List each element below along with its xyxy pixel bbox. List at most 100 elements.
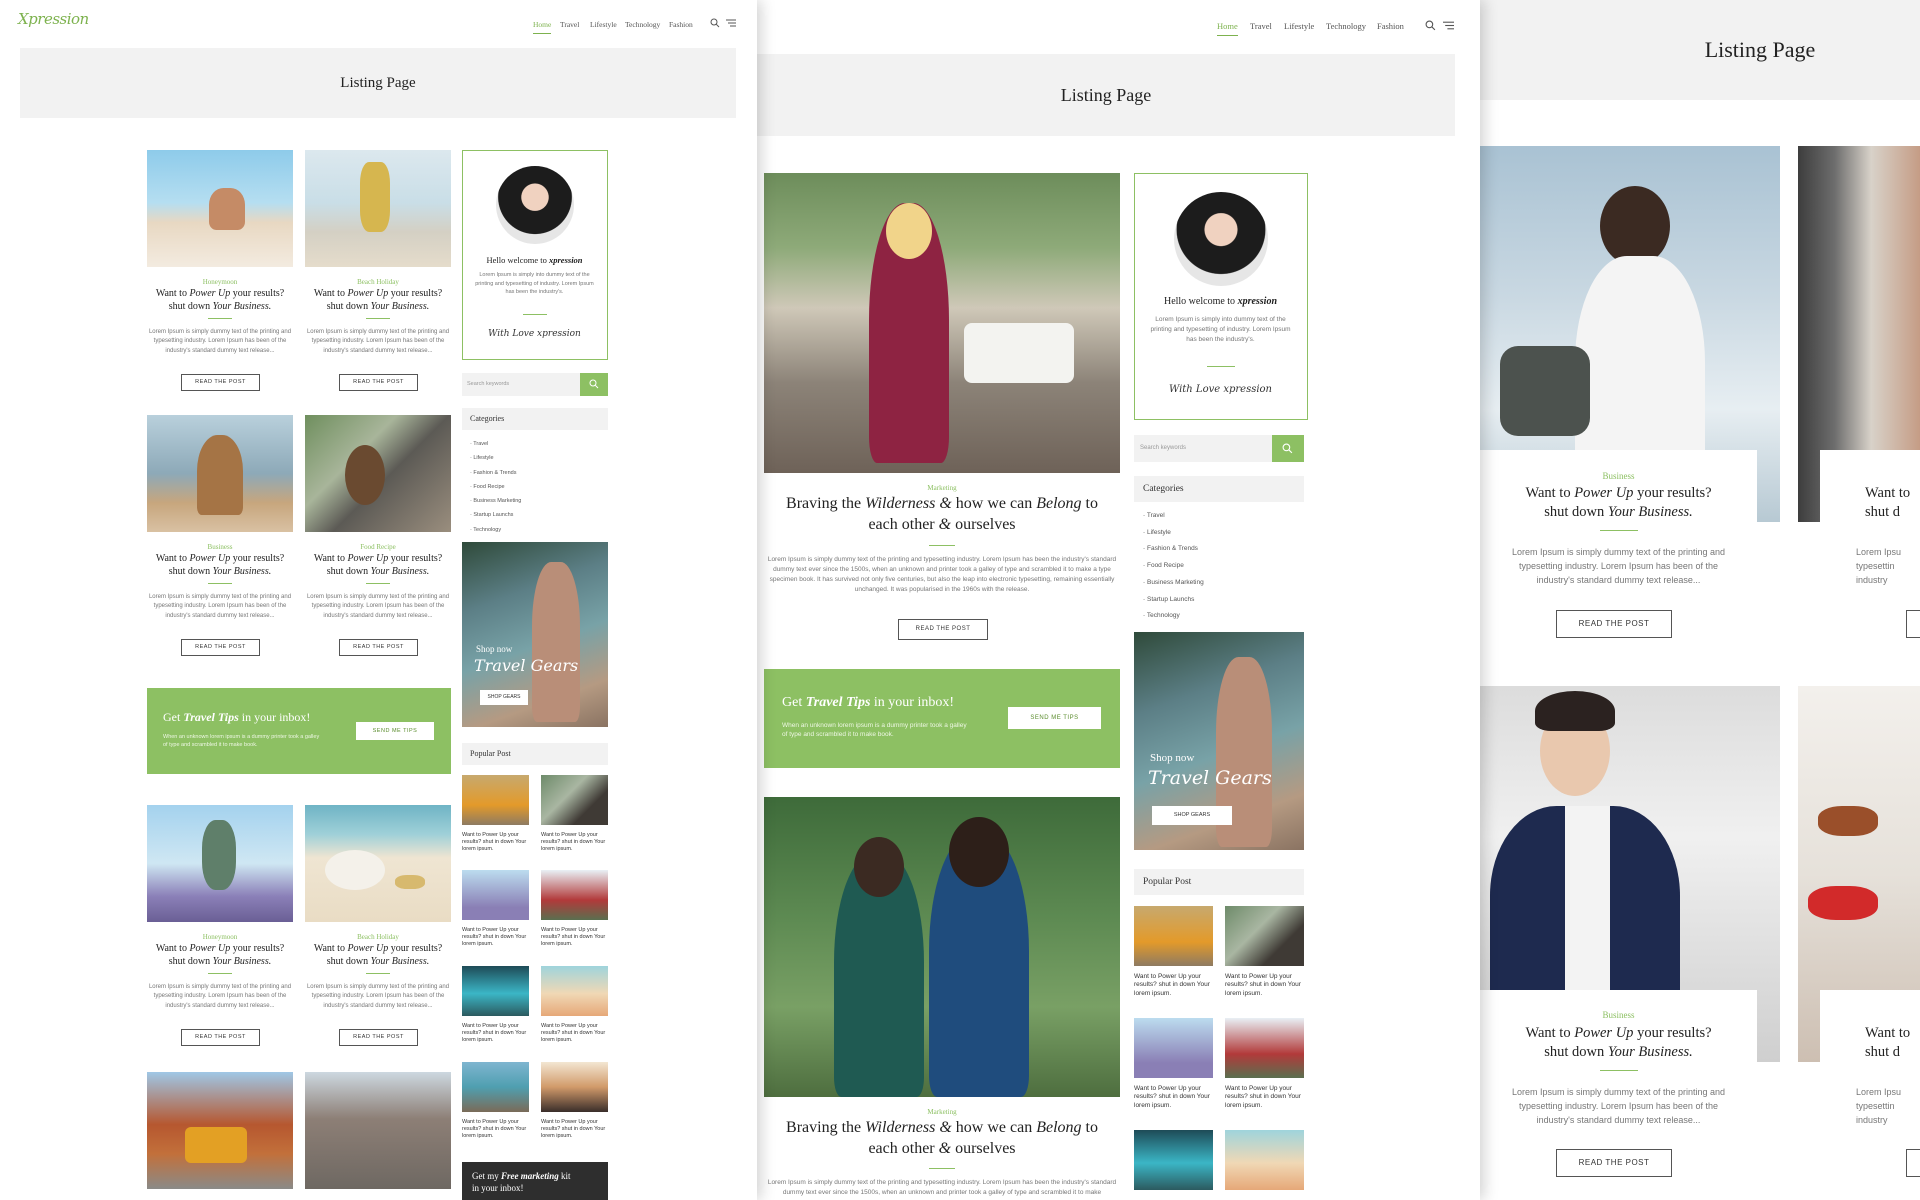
search-icon[interactable]: [1425, 20, 1436, 31]
post-title[interactable]: Want to Power Up your results? shut down …: [1480, 1024, 1757, 1062]
read-post-button[interactable]: READ THE POST: [181, 374, 260, 391]
featured-post-title[interactable]: Braving the Wilderness & how we can Belo…: [764, 494, 1120, 536]
popular-item[interactable]: Want to Power Up your results? shut in d…: [1225, 1018, 1304, 1126]
popular-item[interactable]: Want to Power Up your results? shut in d…: [541, 966, 608, 1056]
category-item[interactable]: Business Marketing: [470, 494, 521, 508]
category-item[interactable]: Technology: [470, 523, 521, 537]
nav-lifestyle[interactable]: Lifestyle: [1284, 21, 1314, 31]
read-post-button[interactable]: [1906, 610, 1920, 638]
read-post-button[interactable]: READ THE POST: [1556, 1149, 1672, 1177]
popular-item[interactable]: Want to Power Up your results? shut in d…: [462, 775, 529, 865]
featured-post-image[interactable]: [764, 797, 1120, 1097]
popular-item[interactable]: [1134, 1130, 1213, 1190]
post-title[interactable]: Want to Power Up your results? shut down …: [147, 552, 293, 578]
read-post-button[interactable]: READ THE POST: [898, 619, 988, 640]
send-tips-button[interactable]: SEND ME TIPS: [1008, 707, 1101, 729]
popular-item[interactable]: Want to Power Up your results? shut in d…: [1134, 906, 1213, 1014]
panel-desktop-medium: Home Travel Lifestyle Technology Fashion…: [757, 0, 1480, 1200]
popular-item[interactable]: Want to Power Up your results? shut in d…: [541, 775, 608, 865]
popular-title: Popular Post: [462, 743, 608, 765]
post-image[interactable]: [147, 415, 293, 532]
popular-item[interactable]: Want to Power Up your results? shut in d…: [1134, 1018, 1213, 1126]
category-item[interactable]: Startup Launchs: [470, 508, 521, 522]
popular-item[interactable]: [1225, 1130, 1304, 1190]
read-post-button[interactable]: READ THE POST: [339, 639, 418, 656]
nav-fashion[interactable]: Fashion: [1377, 21, 1404, 31]
popular-item[interactable]: Want to Power Up your results? shut in d…: [462, 966, 529, 1056]
menu-icon[interactable]: [726, 19, 736, 27]
category-item[interactable]: Food Recipe: [1143, 558, 1204, 575]
nav-home[interactable]: Home: [533, 20, 552, 34]
shop-gears-button[interactable]: SHOP GEARS: [480, 690, 528, 705]
category-item[interactable]: Technology: [1143, 608, 1204, 625]
nav-travel[interactable]: Travel: [560, 20, 579, 29]
popular-item[interactable]: Want to Power Up your results? shut in d…: [541, 870, 608, 960]
post-category[interactable]: Business: [147, 543, 293, 551]
post-title[interactable]: Want to Power Up your results? shut down …: [147, 287, 293, 313]
shop-ad-banner[interactable]: Shop now Travel Gears SHOP GEARS: [462, 542, 608, 727]
search-input[interactable]: Search keywords: [1134, 435, 1272, 462]
post-category[interactable]: Marketing: [764, 1108, 1120, 1116]
post-title[interactable]: Want to Power Up your results? shut down …: [1480, 484, 1757, 522]
category-item[interactable]: Lifestyle: [470, 451, 521, 465]
post-image[interactable]: [305, 805, 451, 922]
category-item[interactable]: Lifestyle: [1143, 525, 1204, 542]
post-image[interactable]: [305, 1072, 451, 1189]
post-image[interactable]: [305, 150, 451, 267]
category-item[interactable]: Fashion & Trends: [470, 466, 521, 480]
category-item[interactable]: Travel: [470, 437, 521, 451]
post-title[interactable]: Want to shut d: [1865, 484, 1920, 522]
post-title[interactable]: Want to shut d: [1865, 1024, 1920, 1062]
featured-post-image[interactable]: [764, 173, 1120, 473]
category-item[interactable]: Fashion & Trends: [1143, 541, 1204, 558]
post-category[interactable]: Marketing: [764, 484, 1120, 492]
post-category[interactable]: Business: [1480, 471, 1757, 481]
post-category[interactable]: Honeymoon: [147, 278, 293, 286]
search-input[interactable]: Search keywords: [462, 373, 580, 396]
post-image[interactable]: [147, 150, 293, 267]
category-item[interactable]: Business Marketing: [1143, 575, 1204, 592]
post-category[interactable]: Business: [1480, 1010, 1757, 1020]
nav-home[interactable]: Home: [1217, 21, 1238, 36]
post-title[interactable]: Want to Power Up your results? shut down …: [305, 942, 451, 968]
read-post-button[interactable]: [1906, 1149, 1920, 1177]
category-item[interactable]: Travel: [1143, 508, 1204, 525]
search-button[interactable]: [1272, 435, 1304, 462]
read-post-button[interactable]: READ THE POST: [1556, 610, 1672, 638]
post-image[interactable]: [147, 805, 293, 922]
post-image[interactable]: [147, 1072, 293, 1189]
read-post-button[interactable]: READ THE POST: [339, 374, 418, 391]
send-tips-button[interactable]: SEND ME TIPS: [356, 722, 434, 740]
category-item[interactable]: Startup Launchs: [1143, 592, 1204, 609]
post-category[interactable]: Honeymoon: [147, 933, 293, 941]
nav-fashion[interactable]: Fashion: [669, 20, 693, 29]
post-category[interactable]: Beach Holiday: [305, 933, 451, 941]
read-post-button[interactable]: READ THE POST: [181, 1029, 260, 1046]
category-item[interactable]: Food Recipe: [470, 480, 521, 494]
nav-travel[interactable]: Travel: [1250, 21, 1272, 31]
read-post-button[interactable]: READ THE POST: [181, 639, 260, 656]
shop-ad-banner[interactable]: Shop now Travel Gears SHOP GEARS: [1134, 632, 1304, 850]
post-category[interactable]: Food Recipe: [305, 543, 451, 551]
search-button[interactable]: [580, 373, 608, 396]
post-category[interactable]: Beach Holiday: [305, 278, 451, 286]
nav-technology[interactable]: Technology: [625, 20, 660, 29]
panel-desktop-small: Xpression Home Travel Lifestyle Technolo…: [0, 0, 757, 1200]
popular-item[interactable]: Want to Power Up your results? shut in d…: [541, 1062, 608, 1152]
popular-item[interactable]: Want to Power Up your results? shut in d…: [1225, 906, 1304, 1014]
post-title[interactable]: Want to Power Up your results? shut down …: [305, 552, 451, 578]
post-title[interactable]: Want to Power Up your results? shut down …: [147, 942, 293, 968]
search-icon[interactable]: [710, 18, 720, 28]
menu-icon[interactable]: [1443, 21, 1454, 30]
cta-box[interactable]: Get my Free marketing kit in your inbox!: [462, 1162, 608, 1200]
post-title[interactable]: Want to Power Up your results? shut down …: [305, 287, 451, 313]
post-image[interactable]: [305, 415, 451, 532]
shop-gears-button[interactable]: SHOP GEARS: [1152, 806, 1232, 825]
featured-post-title[interactable]: Braving the Wilderness & how we can Belo…: [764, 1118, 1120, 1160]
nav-technology[interactable]: Technology: [1326, 21, 1366, 31]
popular-item[interactable]: Want to Power Up your results? shut in d…: [462, 870, 529, 960]
popular-item[interactable]: Want to Power Up your results? shut in d…: [462, 1062, 529, 1152]
divider: [208, 583, 232, 584]
nav-lifestyle[interactable]: Lifestyle: [590, 20, 617, 29]
read-post-button[interactable]: READ THE POST: [339, 1029, 418, 1046]
